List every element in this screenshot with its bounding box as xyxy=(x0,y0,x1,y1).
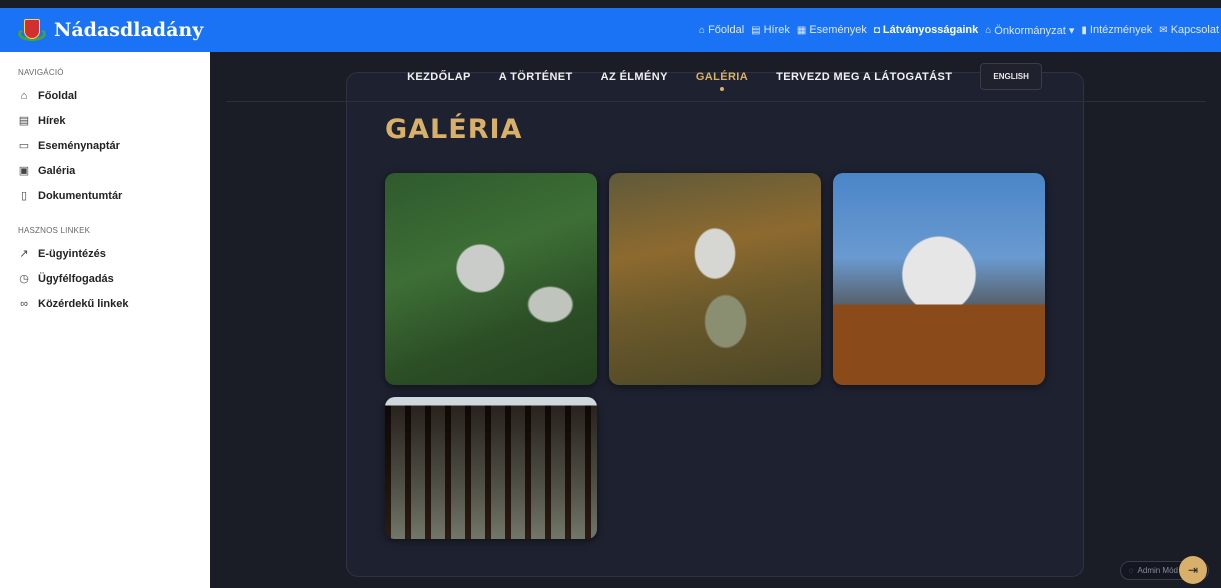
home-icon: ⌂ xyxy=(20,89,28,102)
calendar-icon: ▭ xyxy=(18,140,30,152)
subnav-a-tortenet[interactable]: A TÖRTÉNET xyxy=(499,71,573,83)
top-nav-latvanyossagaink[interactable]: ◘ Látványosságaink xyxy=(874,24,978,36)
section-subnav: KEZDŐLAP A TÖRTÉNET AZ ÉLMÉNY GALÉRIA TE… xyxy=(210,52,1221,101)
top-nav-esemenyek[interactable]: ▦ Események xyxy=(797,24,867,36)
gallery-image-winter-garden-interior[interactable] xyxy=(385,397,597,539)
top-nav-label: Hírek xyxy=(763,24,790,36)
coat-of-arms-logo xyxy=(18,17,46,43)
admin-mode-label: Admin Mód xyxy=(1137,566,1178,575)
sidebar-item-e-ugyintezes[interactable]: ↗ E-ügyintézés xyxy=(18,241,210,266)
subnav-galeria[interactable]: GALÉRIA xyxy=(696,71,748,91)
top-nav-label: Kapcsolat xyxy=(1170,24,1219,36)
top-nav-fooldal[interactable]: ⌂ Főoldal xyxy=(699,24,744,36)
sidebar-item-label: Hírek xyxy=(38,114,66,127)
top-nav-onkormanyzat-dropdown[interactable]: ⌂ Önkormányzat ▾ xyxy=(985,24,1074,37)
sidebar-item-label: Dokumentumtár xyxy=(38,189,123,202)
calendar-icon: ▦ xyxy=(796,24,807,36)
sidebar: NAVIGÁCIÓ ⌂ Főoldal ▤ Hírek ▭ Eseménynap… xyxy=(0,52,210,588)
mail-icon: ✉ xyxy=(1159,24,1168,36)
top-nav-label: Főoldal xyxy=(708,24,745,36)
exit-icon[interactable]: ⇥ xyxy=(1179,556,1207,584)
top-nav-hirek[interactable]: ▤ Hírek xyxy=(751,24,790,36)
sidebar-item-label: Főoldal xyxy=(38,89,78,102)
sidebar-item-label: Közérdekű linkek xyxy=(38,297,129,310)
top-nav-links: ⌂ Főoldal ▤ Hírek ▦ Események ◘ Látványo… xyxy=(699,24,1219,37)
sidebar-item-dokumentumtar[interactable]: ▯ Dokumentumtár xyxy=(18,183,210,208)
sidebar-item-kozerdeku-linkek[interactable]: ∞ Közérdekű linkek xyxy=(18,291,210,316)
landmark-icon: ◘ xyxy=(873,24,880,36)
site-brand[interactable]: Nádasdladány xyxy=(18,17,203,43)
english-language-button[interactable]: ENGLISH xyxy=(980,63,1042,90)
link-icon: ∞ xyxy=(20,297,28,310)
sidebar-item-label: Galéria xyxy=(38,164,76,177)
sidebar-item-ugyfelfogadas[interactable]: ◷ Ügyfélfogadás xyxy=(18,266,210,291)
top-nav-label: Önkormányzat ▾ xyxy=(994,24,1075,37)
top-navbar: Nádasdladány ⌂ Főoldal ▤ Hírek ▦ Esemény… xyxy=(0,8,1221,52)
gallery-image-castle-aerial[interactable] xyxy=(385,173,597,385)
building-icon: ▮ xyxy=(1081,24,1087,36)
news-icon: ▤ xyxy=(751,24,761,36)
top-nav-kapcsolat[interactable]: ✉ Kapcsolat xyxy=(1159,24,1219,36)
gallery-image-castle-autumn-aerial[interactable] xyxy=(609,173,821,385)
page-title: GALÉRIA xyxy=(385,114,523,145)
sidebar-item-label: E-ügyintézés xyxy=(38,247,106,260)
external-link-icon: ↗ xyxy=(19,248,29,260)
top-nav-label: Intézmények xyxy=(1089,24,1153,36)
subnav-divider xyxy=(226,101,1206,102)
main-content: KEZDŐLAP A TÖRTÉNET AZ ÉLMÉNY GALÉRIA TE… xyxy=(210,52,1221,588)
site-name: Nádasdladány xyxy=(54,19,204,41)
sidebar-nav-title: NAVIGÁCIÓ xyxy=(18,68,64,77)
subnav-kezdolap[interactable]: KEZDŐLAP xyxy=(407,71,471,83)
clock-icon: ◷ xyxy=(19,273,29,285)
home-icon: ⌂ xyxy=(699,24,706,36)
sidebar-item-esemenynaptar[interactable]: ▭ Eseménynaptár xyxy=(18,133,210,158)
document-icon: ▯ xyxy=(20,190,28,202)
top-nav-intezmenyek[interactable]: ▮ Intézmények xyxy=(1081,24,1152,36)
news-icon: ▤ xyxy=(18,115,30,127)
sidebar-item-label: Ügyfélfogadás xyxy=(38,272,114,285)
sidebar-item-galeria[interactable]: ▣ Galéria xyxy=(18,158,210,183)
sidebar-item-hirek[interactable]: ▤ Hírek xyxy=(18,108,210,133)
top-nav-label: Látványosságaink xyxy=(882,24,979,36)
bank-icon: ⌂ xyxy=(985,24,992,36)
subnav-az-elmeny[interactable]: AZ ÉLMÉNY xyxy=(601,71,668,83)
top-nav-label: Események xyxy=(809,24,867,36)
admin-icon: ◌ xyxy=(1128,566,1134,575)
image-icon: ▣ xyxy=(18,165,30,177)
subnav-tervezd-meg[interactable]: TERVEZD MEG A LÁTOGATÁST xyxy=(776,71,952,83)
sidebar-item-fooldal[interactable]: ⌂ Főoldal xyxy=(18,83,210,108)
sidebar-links-title: HASZNOS LINKEK xyxy=(18,226,91,235)
sidebar-item-label: Eseménynaptár xyxy=(38,139,120,152)
gallery-image-castle-facade[interactable] xyxy=(833,173,1045,385)
